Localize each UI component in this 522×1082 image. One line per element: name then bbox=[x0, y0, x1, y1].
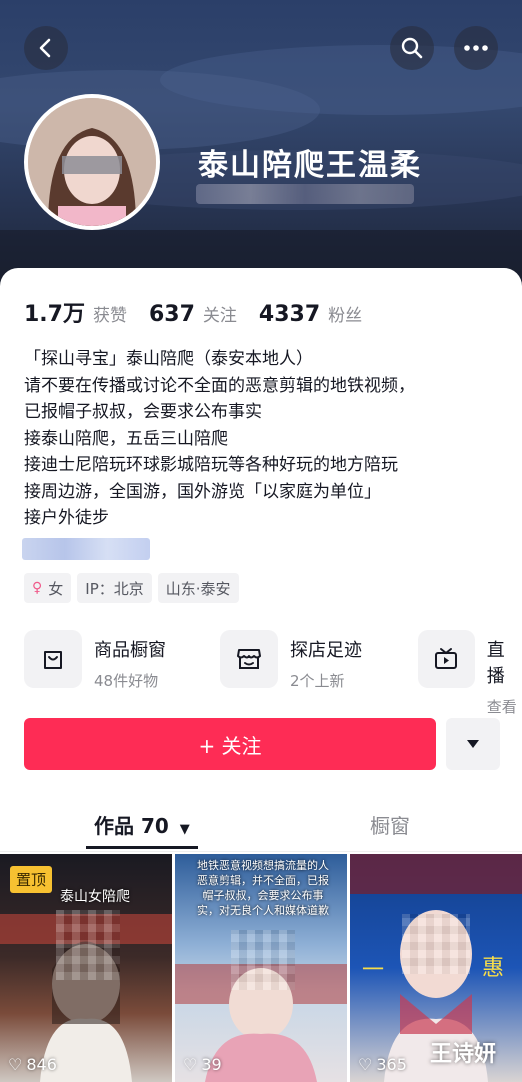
store-icon bbox=[220, 630, 278, 688]
feature-title: 直播 bbox=[486, 640, 505, 687]
profile-tags: ♀ 女 IP：北京 山东·泰安 bbox=[24, 573, 239, 603]
gender-tag: ♀ 女 bbox=[24, 573, 72, 603]
stats-row: 1.7万 获赞 637 关注 4337 粉丝 bbox=[24, 296, 384, 328]
avatar[interactable] bbox=[24, 94, 160, 230]
avatar-image bbox=[28, 98, 156, 226]
bio-line: 接户外徒步 bbox=[24, 508, 109, 528]
heart-icon: ♡ bbox=[8, 1055, 23, 1074]
shopping-bag-icon bbox=[24, 630, 82, 688]
username: 泰山陪爬王温柔 bbox=[198, 148, 422, 183]
video-thumbnail[interactable]: 置顶 泰山女陪爬 ♡ 846 bbox=[0, 854, 172, 1082]
bio: 「探山寻宝」泰山陪爬（泰安本地人） 请不要在传播或讨论不全面的恶意剪辑的地铁视频… bbox=[24, 346, 415, 532]
tab-showcase[interactable]: 橱窗 bbox=[370, 810, 410, 839]
pinned-badge: 置顶 bbox=[10, 866, 53, 893]
video-thumbnail[interactable]: 地铁恶意视频想搞流量的人恶意剪辑，并不全面，已报帽子叔叔，会要求公布事实，对无良… bbox=[175, 854, 347, 1082]
feature-live[interactable]: 直播 查看 bbox=[418, 630, 522, 717]
face-mosaic bbox=[56, 910, 120, 980]
back-arrow-icon bbox=[39, 38, 51, 58]
back-button[interactable] bbox=[24, 26, 68, 70]
video-caption-right: 惠 bbox=[482, 956, 505, 981]
tv-icon bbox=[418, 630, 475, 688]
watermark: 王诗妍 bbox=[430, 1042, 497, 1067]
feature-title: 商品橱窗 bbox=[94, 640, 166, 661]
more-button[interactable] bbox=[454, 26, 498, 70]
feature-title: 探店足迹 bbox=[290, 640, 362, 661]
bio-line: 接周边游，全国游，国外游览「以家庭为单位」 bbox=[24, 481, 381, 502]
caret-down-icon: ▼ bbox=[179, 822, 190, 837]
location-tag: 山东·泰安 bbox=[157, 573, 239, 603]
like-count: ♡ 39 bbox=[183, 1055, 222, 1074]
feature-store-visits[interactable]: 探店足迹 2个上新 bbox=[220, 630, 362, 691]
ip-tag: IP：北京 bbox=[77, 573, 152, 603]
feature-product-window[interactable]: 商品橱窗 48件好物 bbox=[24, 630, 166, 691]
like-count: ♡ 846 bbox=[8, 1055, 57, 1074]
search-icon bbox=[401, 37, 423, 59]
heart-icon: ♡ bbox=[358, 1055, 373, 1074]
heart-icon: ♡ bbox=[183, 1055, 198, 1074]
following-label[interactable]: 关注 bbox=[203, 301, 237, 326]
caret-down-icon bbox=[467, 740, 479, 748]
tab-works[interactable]: 作品 70 ▼ bbox=[94, 810, 190, 839]
more-options-button[interactable] bbox=[446, 718, 500, 770]
bio-line: 已报帽子叔叔，会要求公布事实 bbox=[24, 402, 262, 422]
feature-sub: 48件好物 bbox=[94, 672, 159, 690]
followers-label[interactable]: 粉丝 bbox=[328, 301, 362, 326]
tab-indicator bbox=[86, 846, 198, 849]
divider bbox=[0, 851, 522, 852]
blurred-account-id bbox=[196, 184, 414, 204]
feature-sub: 2个上新 bbox=[290, 672, 345, 690]
more-dots-icon bbox=[464, 45, 488, 51]
bio-line: 接泰山陪爬，五岳三山陪爬 bbox=[24, 428, 228, 449]
bio-line: 「探山寻宝」泰山陪爬（泰安本地人） bbox=[24, 349, 313, 369]
bio-line: 请不要在传播或讨论不全面的恶意剪辑的地铁视频， bbox=[24, 375, 415, 396]
video-caption: 泰山女陪爬 bbox=[60, 889, 130, 905]
search-button[interactable] bbox=[390, 26, 434, 70]
following-count[interactable]: 637 bbox=[149, 302, 195, 327]
follow-button[interactable]: + 关注 bbox=[24, 718, 436, 770]
face-mosaic bbox=[231, 930, 295, 990]
face-mosaic bbox=[402, 914, 470, 974]
likes-label: 获赞 bbox=[92, 306, 127, 326]
like-count: ♡ 365 bbox=[358, 1055, 407, 1074]
feature-sub: 查看 bbox=[486, 698, 517, 716]
female-icon: ♀ bbox=[32, 580, 43, 596]
followers-count[interactable]: 4337 bbox=[259, 302, 320, 327]
bio-line: 接迪士尼陪玩环球影城陪玩等各种好玩的地方陪玩 bbox=[24, 455, 398, 475]
video-caption: 地铁恶意视频想搞流量的人恶意剪辑，并不全面，已报帽子叔叔，会要求公布事实，对无良… bbox=[197, 859, 329, 917]
gender-label: 女 bbox=[48, 579, 64, 598]
tab-works-label: 作品 70 bbox=[94, 814, 169, 838]
video-caption-left: 一 bbox=[362, 958, 385, 983]
blurred-contact bbox=[22, 538, 150, 560]
likes-count: 1.7万 bbox=[24, 302, 85, 327]
